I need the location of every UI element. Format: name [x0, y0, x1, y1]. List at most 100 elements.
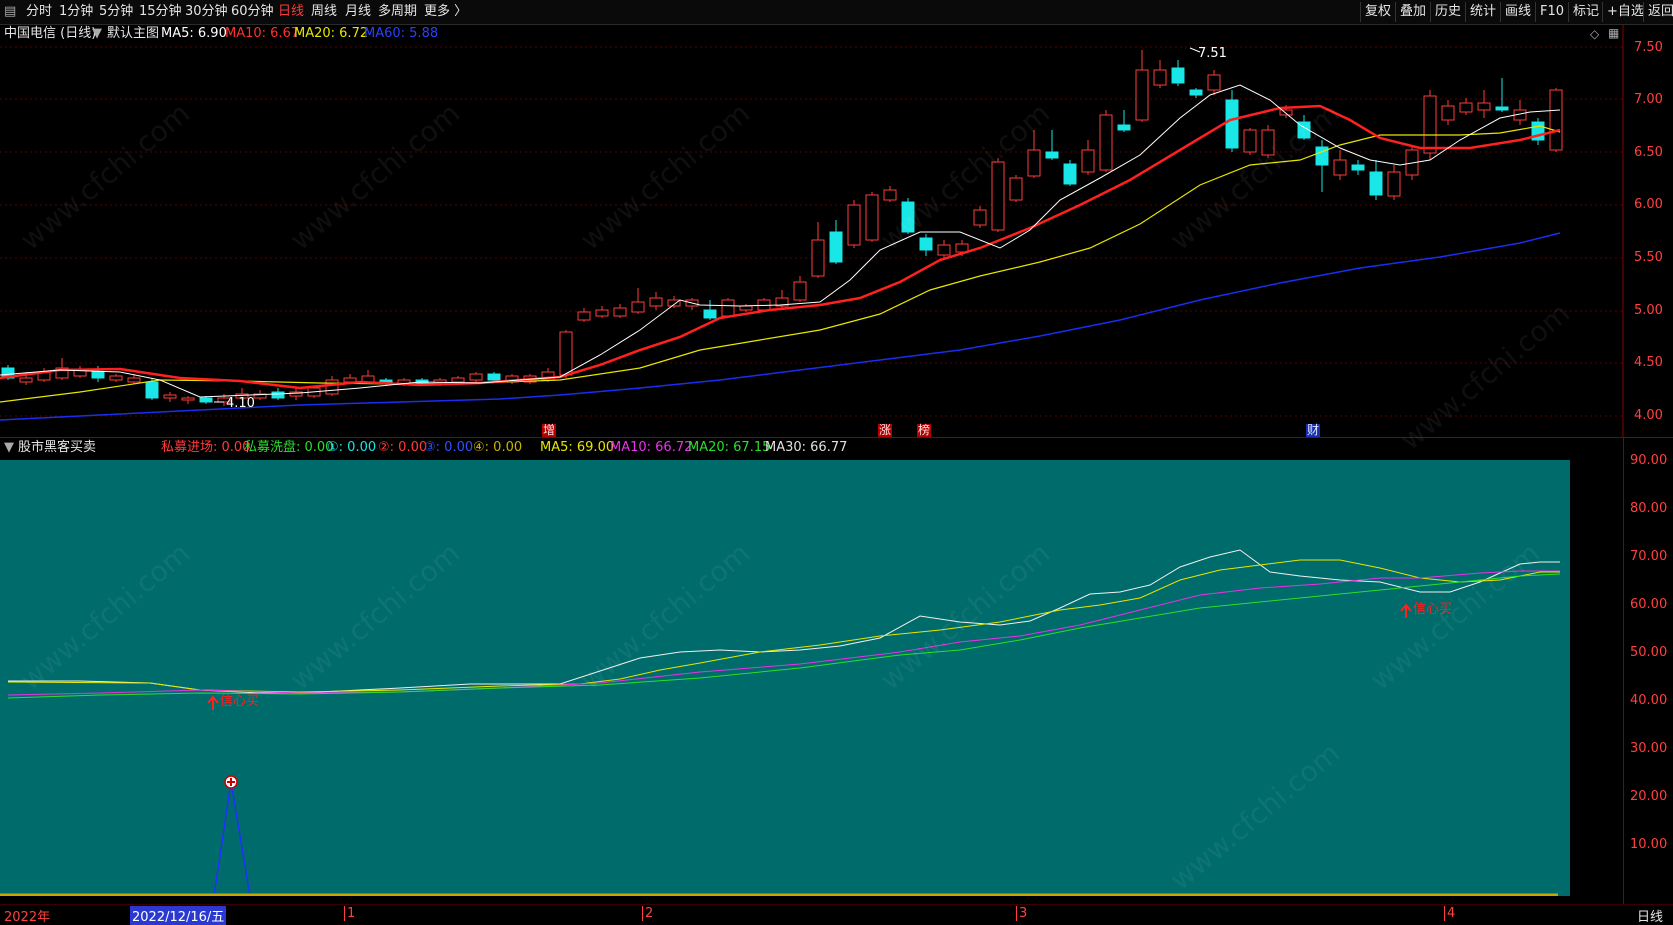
tab-multi-period[interactable]: 多周期	[378, 3, 417, 21]
tab-weekly[interactable]: 周线	[311, 3, 337, 21]
tab-1min[interactable]: 1分钟	[59, 3, 93, 21]
candle-body	[91, 371, 105, 379]
indicator-chart[interactable]	[0, 460, 1570, 896]
candle-body	[1135, 69, 1149, 121]
candle-body	[973, 209, 987, 226]
candle-body	[199, 397, 213, 403]
candle-body	[145, 381, 159, 399]
indicator-line-ma5	[7, 559, 1560, 693]
candle-body	[721, 299, 735, 317]
candle-body	[703, 309, 717, 319]
indicator-field: MA10: 66.72	[610, 440, 693, 455]
tab-5min[interactable]: 5分钟	[99, 3, 133, 21]
candle-body	[163, 394, 177, 399]
candle-body	[469, 373, 483, 381]
indicator-field: MA30: 66.77	[765, 440, 848, 455]
signal-spike	[213, 781, 251, 896]
tab-fenshi[interactable]: 分时	[26, 3, 52, 21]
price-grid	[0, 46, 1624, 417]
candle-body	[1549, 89, 1563, 151]
candle-body	[613, 307, 627, 317]
candle-body	[1189, 89, 1203, 96]
tab-daily[interactable]: 日线	[278, 3, 304, 21]
tab-more[interactable]: 更多 〉	[424, 3, 467, 21]
price-chart[interactable]: 7.51 4.10	[0, 25, 1624, 437]
candle-body	[919, 237, 933, 251]
month-label: 4	[1444, 906, 1455, 921]
top-toolbar: ▤ 分时 1分钟 5分钟 15分钟 30分钟 60分钟 日线 周线 月线 多周期…	[0, 0, 1673, 25]
candle-body	[739, 305, 753, 311]
high-label: 7.51	[1198, 46, 1227, 61]
cursor-date: 2022/12/16/五	[130, 906, 227, 925]
mark-button[interactable]: 标记	[1568, 2, 1603, 22]
candle-body	[847, 204, 861, 246]
price-axis: 7.50 7.00 6.50 6.00 5.50 5.00 4.50 4.00	[1634, 40, 1663, 423]
event-marker-bang[interactable]: 榜	[917, 424, 932, 437]
candle-body	[1099, 114, 1113, 171]
indicator-axis: 90.00 80.00 70.00 60.00 50.00 40.00 30.0…	[1630, 453, 1668, 852]
candle-body	[811, 239, 825, 277]
year-label: 2022年	[4, 910, 51, 925]
overlay-button[interactable]: 叠加	[1395, 2, 1430, 22]
candle-body	[577, 311, 591, 321]
candle-body	[1117, 124, 1131, 131]
candle-body	[451, 377, 465, 383]
candle-body	[829, 231, 843, 263]
indicator-line-ma10	[7, 570, 1560, 696]
add-watchlist-button[interactable]: +自选	[1602, 2, 1648, 22]
tab-15min[interactable]: 15分钟	[139, 3, 182, 21]
date-axis[interactable]: 2022年 2022/12/16/五 1 2 3 4 日线	[0, 904, 1673, 925]
event-marker-zeng[interactable]: 增	[542, 424, 557, 437]
candle-body	[955, 243, 969, 253]
tab-60min[interactable]: 60分钟	[231, 3, 274, 21]
candle-body	[127, 377, 141, 383]
candle-body	[1045, 151, 1059, 159]
month-label: 3	[1016, 906, 1027, 921]
menu-icon[interactable]: ▤	[4, 3, 16, 21]
candle-body	[181, 397, 195, 401]
ma20-line	[0, 125, 1561, 403]
candle-body	[1369, 171, 1383, 196]
candle-body	[1495, 106, 1509, 111]
candle-body	[1009, 177, 1023, 201]
stats-button[interactable]: 统计	[1465, 2, 1500, 22]
candle-body	[109, 375, 123, 381]
history-button[interactable]: 历史	[1430, 2, 1465, 22]
tab-30min[interactable]: 30分钟	[185, 3, 228, 21]
candle-body	[1477, 102, 1491, 111]
event-marker-zhang[interactable]: 涨	[878, 424, 893, 437]
indicator-field: ③: 0.00	[424, 440, 474, 455]
candle-body	[793, 281, 807, 301]
indicator-line-white	[8, 549, 1560, 694]
candle-body	[1441, 105, 1455, 121]
candle-body	[1063, 163, 1077, 185]
candle-body	[631, 301, 645, 313]
indicator-field: 私募洗盘: 0.00	[244, 440, 334, 455]
candle-body	[937, 244, 951, 256]
indicator-field: ②: 0.00	[378, 440, 428, 455]
candle-body	[1243, 129, 1257, 153]
candle-body	[1171, 67, 1185, 84]
candle-body	[1081, 149, 1095, 173]
indicator-field: MA20: 67.15	[688, 440, 771, 455]
f10-button[interactable]: F10	[1535, 2, 1568, 22]
ma60-line	[0, 232, 1561, 421]
indicator-selector-icon[interactable]: ▼	[4, 438, 14, 458]
event-marker-cai[interactable]: 财	[1306, 424, 1321, 437]
candle-body	[1459, 102, 1473, 113]
adjust-button[interactable]: 复权	[1360, 2, 1395, 22]
tab-monthly[interactable]: 月线	[345, 3, 371, 21]
indicator-field: ①: 0.00	[327, 440, 377, 455]
candle-body	[1207, 74, 1221, 91]
indicator-field: MA5: 69.00	[540, 440, 615, 455]
candle-body	[1027, 149, 1041, 177]
candle-body	[1351, 164, 1365, 171]
candle-body	[1333, 159, 1347, 176]
indicator-name[interactable]: 股市黑客买卖	[18, 438, 96, 458]
candle-body	[19, 377, 33, 383]
back-button[interactable]: 返回	[1643, 2, 1673, 22]
candle-body	[1423, 95, 1437, 154]
month-label: 2	[642, 906, 653, 921]
draw-button[interactable]: 画线	[1500, 2, 1535, 22]
candle-body	[1153, 69, 1167, 86]
